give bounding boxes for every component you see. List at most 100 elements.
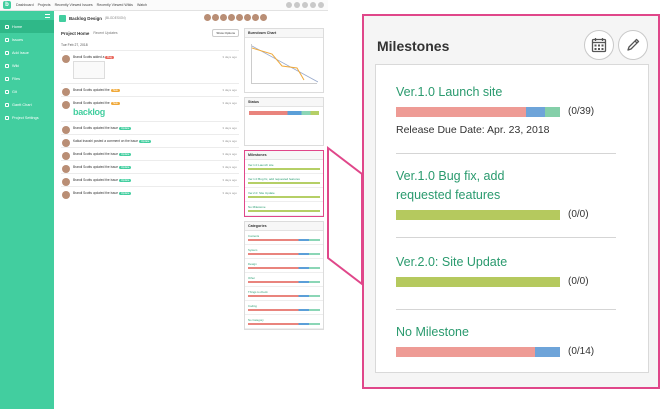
milestone-name-link[interactable]: No Milestone bbox=[396, 323, 636, 342]
feed-entry-name[interactable]: Brandi Scotts bbox=[73, 178, 92, 182]
show-options-button[interactable]: Show Options bbox=[212, 29, 239, 37]
edit-button[interactable] bbox=[618, 30, 648, 60]
feed-entry[interactable]: Brandi Scotts updated the Task 3 days ago… bbox=[61, 96, 239, 121]
avatar[interactable] bbox=[62, 88, 70, 96]
avatar[interactable] bbox=[62, 165, 70, 173]
category-name[interactable]: Contents bbox=[248, 234, 320, 238]
avatar[interactable] bbox=[62, 191, 70, 199]
calendar-button[interactable] bbox=[584, 30, 614, 60]
milestone-name-link[interactable]: Ver.1.0 Launch site bbox=[396, 83, 636, 102]
milestone-name-link[interactable]: requested features bbox=[396, 186, 636, 205]
milestone-name-link[interactable]: Ver.1.0 Bug fix, add bbox=[396, 167, 636, 186]
feed-entry-name[interactable]: Brandi Scotts bbox=[73, 88, 92, 92]
top-nav-link[interactable]: Recently Viewed Wikis bbox=[97, 3, 133, 7]
progress-segment bbox=[396, 107, 526, 117]
mini-milestone-name[interactable]: No Milestone bbox=[248, 205, 320, 209]
menu-icon[interactable] bbox=[45, 13, 50, 18]
mini-milestone-name[interactable]: Ver.2.0: Site Update bbox=[248, 191, 320, 195]
avatar[interactable] bbox=[220, 14, 227, 21]
attachment-thumbnail[interactable] bbox=[73, 61, 105, 79]
milestone-progress-row: (0/39) bbox=[396, 106, 636, 118]
milestones-title: Milestones bbox=[377, 38, 450, 54]
feed-entry-name[interactable]: Brandi Scotts bbox=[73, 152, 92, 156]
category-name[interactable]: Other bbox=[248, 276, 320, 280]
category-item[interactable]: Things to check bbox=[245, 287, 323, 301]
feed-entry[interactable]: Brandi Scotts updated the issue Update 3 … bbox=[61, 160, 239, 173]
category-item[interactable]: Coding bbox=[245, 301, 323, 315]
project-name[interactable]: Backlog Design bbox=[69, 16, 102, 21]
top-nav-link[interactable]: Recently Viewed Issues bbox=[55, 3, 93, 7]
sidebar-item[interactable]: Wiki bbox=[0, 59, 54, 72]
calendar-icon bbox=[591, 38, 607, 53]
sidebar-item[interactable]: Files bbox=[0, 72, 54, 85]
mini-milestone-name[interactable]: Ver.1.0 Launch site bbox=[248, 163, 320, 167]
milestone-progress-bar bbox=[396, 107, 560, 117]
avatar[interactable] bbox=[212, 14, 219, 21]
milestone-divider bbox=[396, 237, 616, 238]
category-item[interactable]: Contents bbox=[245, 231, 323, 245]
sidebar-item[interactable]: Git bbox=[0, 85, 54, 98]
feed-entry-name[interactable]: Brandi Scotts bbox=[73, 165, 92, 169]
avatar[interactable] bbox=[62, 101, 70, 109]
feed-entry[interactable]: Brandi Scotts added a Bug 3 days ago bbox=[61, 50, 239, 83]
sidebar-item[interactable]: Issues bbox=[0, 33, 54, 46]
user-avatar[interactable] bbox=[318, 2, 324, 8]
mini-milestone-item[interactable]: Ver.1.0 Bug fix, add requested features bbox=[245, 174, 323, 188]
sidebar-item-icon bbox=[5, 115, 9, 120]
avatar[interactable] bbox=[236, 14, 243, 21]
search-icon[interactable] bbox=[294, 2, 300, 8]
category-name[interactable]: Design bbox=[248, 262, 320, 266]
sidebar-item[interactable]: Project Settings bbox=[0, 111, 54, 124]
feed-entry[interactable]: Brandi Scotts updated the Task 3 days ago bbox=[61, 83, 239, 96]
top-nav-link[interactable]: Watch bbox=[137, 3, 147, 7]
feed-subtitle[interactable]: Recent Updates bbox=[93, 31, 117, 35]
avatar[interactable] bbox=[62, 178, 70, 186]
feed-entry[interactable]: Kaikai Inaoshi posted a comment on the i… bbox=[61, 134, 239, 147]
feed-entry[interactable]: Brandi Scotts updated the issue Update 3 … bbox=[61, 121, 239, 134]
avatar[interactable] bbox=[260, 14, 267, 21]
avatar[interactable] bbox=[62, 55, 70, 63]
feed-entry-user: Brandi Scotts updated the issue Update bbox=[73, 152, 239, 156]
add-icon[interactable] bbox=[286, 2, 292, 8]
avatar[interactable] bbox=[204, 14, 211, 21]
feed-entry-name[interactable]: Brandi Scotts bbox=[73, 101, 92, 105]
category-name[interactable]: System bbox=[248, 248, 320, 252]
category-name[interactable]: No Category bbox=[248, 318, 320, 322]
feed-entry-name[interactable]: Kaikai Inaoshi bbox=[73, 139, 93, 143]
mini-milestone-item[interactable]: Ver.2.0: Site Update bbox=[245, 188, 323, 202]
category-item[interactable]: Other bbox=[245, 273, 323, 287]
avatar[interactable] bbox=[62, 152, 70, 160]
feed-entry-name[interactable]: Brandi Scotts bbox=[73, 126, 92, 130]
avatar[interactable] bbox=[252, 14, 259, 21]
avatar[interactable] bbox=[228, 14, 235, 21]
avatar[interactable] bbox=[62, 139, 70, 147]
milestone-name-link[interactable]: Ver.2.0: Site Update bbox=[396, 253, 636, 272]
feed-entry-time: 3 days ago bbox=[222, 178, 237, 182]
help-icon[interactable] bbox=[302, 2, 308, 8]
backlog-logo-icon[interactable]: b bbox=[3, 1, 11, 9]
progress-segment bbox=[525, 107, 546, 117]
category-item[interactable]: System bbox=[245, 245, 323, 259]
notification-icon[interactable] bbox=[310, 2, 316, 8]
sidebar-item[interactable]: Home bbox=[0, 20, 54, 33]
category-name[interactable]: Coding bbox=[248, 304, 320, 308]
top-nav-link[interactable]: Dashboard bbox=[16, 3, 34, 7]
feed-entry[interactable]: Brandi Scotts updated the issue Update 3 … bbox=[61, 147, 239, 160]
feed-entry-time: 3 days ago bbox=[222, 165, 237, 169]
avatar[interactable] bbox=[62, 126, 70, 134]
top-nav-link[interactable]: Projects bbox=[38, 3, 51, 7]
mini-milestone-item[interactable]: No Milestone bbox=[245, 202, 323, 216]
milestone-issue-count: (0/39) bbox=[568, 106, 595, 117]
category-item[interactable]: No Category bbox=[245, 315, 323, 329]
category-item[interactable]: Design bbox=[245, 259, 323, 273]
feed-entry-name[interactable]: Brandi Scotts bbox=[73, 55, 92, 59]
sidebar-item[interactable]: Gantt Chart bbox=[0, 98, 54, 111]
sidebar-item[interactable]: Add Issue bbox=[0, 46, 54, 59]
feed-entry[interactable]: Brandi Scotts updated the issue Update 3 … bbox=[61, 173, 239, 186]
category-name[interactable]: Things to check bbox=[248, 290, 320, 294]
mini-milestone-item[interactable]: Ver.1.0 Launch site bbox=[245, 160, 323, 174]
feed-entry-name[interactable]: Brandi Scotts bbox=[73, 191, 92, 195]
feed-entry[interactable]: Brandi Scotts updated the issue Update 3 … bbox=[61, 186, 239, 199]
avatar[interactable] bbox=[244, 14, 251, 21]
mini-milestone-name[interactable]: Ver.1.0 Bug fix, add requested features bbox=[248, 177, 320, 181]
